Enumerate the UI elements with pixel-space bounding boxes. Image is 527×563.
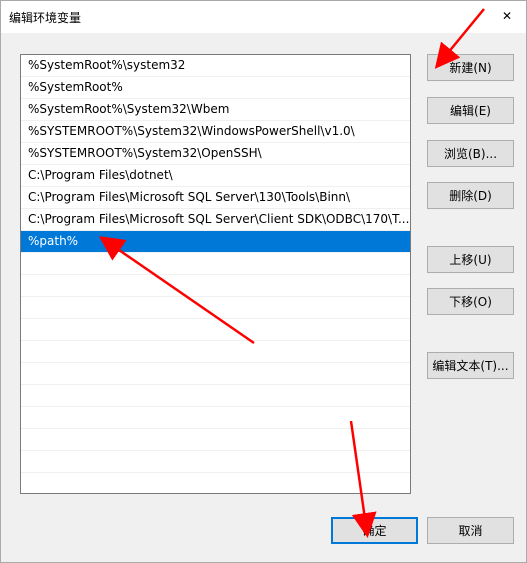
empty-row[interactable] — [21, 385, 410, 407]
path-list[interactable]: %SystemRoot%\system32 %SystemRoot% %System… — [20, 54, 411, 494]
move-down-button[interactable]: 下移(O) — [427, 288, 514, 315]
path-entry[interactable]: %SystemRoot%\system32 — [21, 55, 410, 77]
edit-button[interactable]: 编辑(E) — [427, 97, 514, 124]
empty-row[interactable] — [21, 253, 410, 275]
move-up-button[interactable]: 上移(U) — [427, 246, 514, 273]
path-entry[interactable]: C:\Program Files\Microsoft SQL Server\Cl… — [21, 209, 410, 231]
cancel-button[interactable]: 取消 — [427, 517, 514, 544]
edit-text-button[interactable]: 编辑文本(T)... — [427, 352, 514, 379]
path-entry[interactable]: %SystemRoot% — [21, 77, 410, 99]
empty-row[interactable] — [21, 297, 410, 319]
edit-env-variable-dialog: 编辑环境变量 ✕ %SystemRoot%\system32 %SystemRoo… — [0, 0, 527, 563]
path-entry[interactable]: %SYSTEMROOT%\System32\WindowsPowerShell\… — [21, 121, 410, 143]
path-entry[interactable]: %path% — [21, 231, 410, 253]
empty-row[interactable] — [21, 407, 410, 429]
path-entry[interactable]: %SYSTEMROOT%\System32\OpenSSH\ — [21, 143, 410, 165]
new-button[interactable]: 新建(N) — [427, 54, 514, 81]
empty-row[interactable] — [21, 429, 410, 451]
ok-button[interactable]: 确定 — [331, 517, 418, 544]
empty-row[interactable] — [21, 275, 410, 297]
path-entry[interactable]: C:\Program Files\Microsoft SQL Server\13… — [21, 187, 410, 209]
empty-row[interactable] — [21, 341, 410, 363]
empty-row[interactable] — [21, 473, 410, 493]
empty-row[interactable] — [21, 319, 410, 341]
window-title: 编辑环境变量 — [9, 11, 82, 25]
close-button[interactable]: ✕ — [490, 1, 524, 31]
empty-row[interactable] — [21, 451, 410, 473]
browse-button[interactable]: 浏览(B)... — [427, 140, 514, 167]
empty-row[interactable] — [21, 363, 410, 385]
path-entry[interactable]: C:\Program Files\dotnet\ — [21, 165, 410, 187]
close-icon: ✕ — [501, 9, 513, 23]
title-bar: 编辑环境变量 ✕ — [1, 1, 526, 33]
path-entry[interactable]: %SystemRoot%\System32\Wbem — [21, 99, 410, 121]
delete-button[interactable]: 删除(D) — [427, 182, 514, 209]
